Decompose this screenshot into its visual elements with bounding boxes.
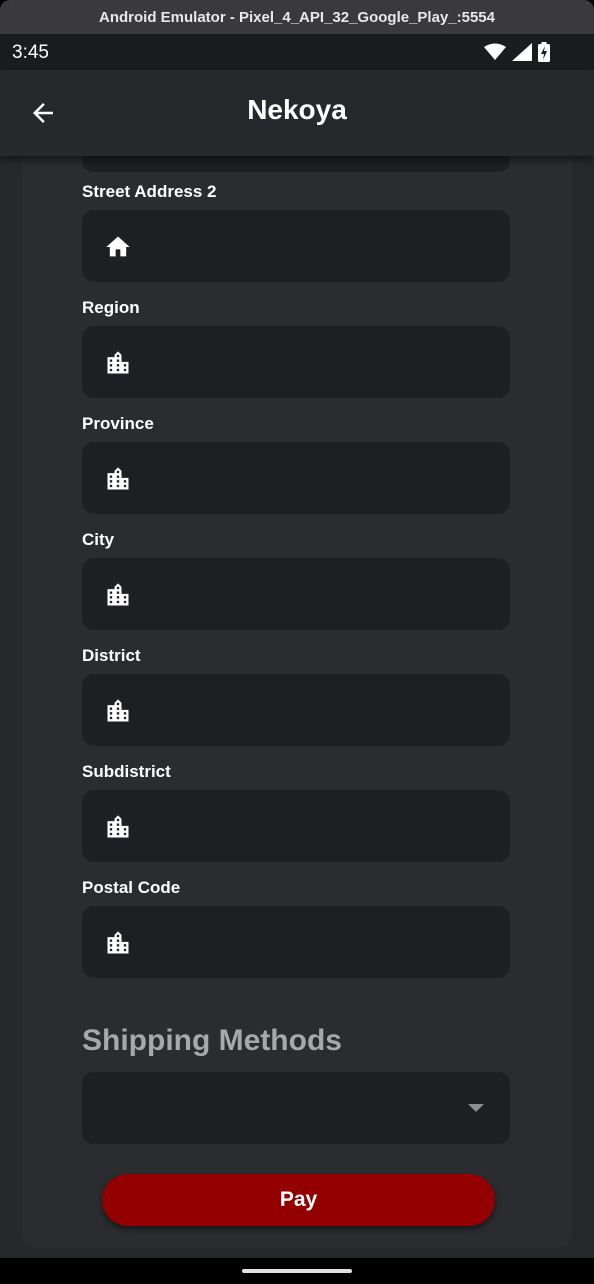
home-icon <box>106 236 130 257</box>
battery-icon <box>538 42 550 62</box>
city-icon <box>107 699 129 722</box>
emulator-title-bar: Android Emulator - Pixel_4_API_32_Google… <box>0 0 594 34</box>
field-label: Subdistrict <box>82 762 171 781</box>
field-label: City <box>82 530 115 549</box>
region-field[interactable] <box>82 326 510 398</box>
city-icon <box>107 467 129 490</box>
field-label: Street Address 2 <box>82 182 217 201</box>
city-icon <box>107 583 129 606</box>
city-icon <box>107 815 129 838</box>
status-icons <box>484 42 550 62</box>
city-field[interactable] <box>82 558 510 630</box>
street-address-2-field[interactable] <box>82 210 510 282</box>
district-field[interactable] <box>82 674 510 746</box>
app-bar: Nekoya <box>0 70 594 156</box>
field-label: Province <box>82 414 154 433</box>
shipping-method-dropdown[interactable] <box>82 1072 510 1144</box>
status-bar: 3:45 <box>0 34 594 70</box>
nav-bar <box>0 1258 594 1284</box>
field-label: Postal Code <box>82 878 181 897</box>
status-time: 3:45 <box>12 42 49 63</box>
signal-icon <box>512 43 532 61</box>
city-icon <box>107 931 129 954</box>
window-title: Android Emulator - Pixel_4_API_32_Google… <box>99 8 495 26</box>
postal-code-field[interactable] <box>82 906 510 978</box>
home-gesture-handle[interactable] <box>242 1269 352 1273</box>
app-title: Nekoya <box>247 94 347 125</box>
city-icon <box>107 351 129 374</box>
province-field[interactable] <box>82 442 510 514</box>
field-label: Region <box>82 298 140 317</box>
street-address-1-field[interactable] <box>82 156 510 172</box>
shipping-methods-title: Shipping Methods <box>82 1024 342 1057</box>
wifi-icon <box>484 43 506 60</box>
field-label: District <box>82 646 141 665</box>
subdistrict-field[interactable] <box>82 790 510 862</box>
checkout-form[interactable]: Street Address 2 Region Province City Di… <box>0 156 594 1258</box>
pay-button[interactable]: Pay <box>102 1174 495 1226</box>
dropdown-arrow-icon <box>468 1104 484 1112</box>
